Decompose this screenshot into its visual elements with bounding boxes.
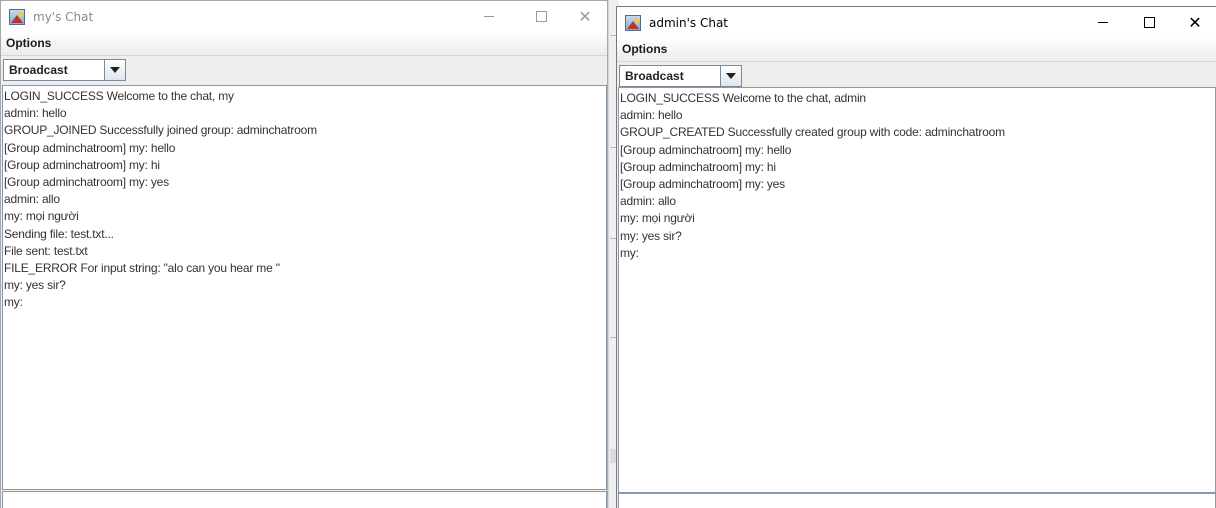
chat-message: my:	[4, 295, 23, 310]
menu-options[interactable]: Options	[622, 42, 667, 56]
chat-message: File sent: test.txt	[4, 243, 88, 258]
chat-message: [Group adminchatroom] my: yes	[4, 175, 169, 190]
minimize-icon	[484, 16, 494, 17]
minimize-icon	[1098, 22, 1108, 23]
target-select[interactable]: Broadcast	[619, 65, 742, 87]
chat-message: [Group adminchatroom] my: hi	[620, 159, 776, 174]
java-app-icon	[9, 8, 25, 25]
target-select-arrow-button[interactable]	[720, 66, 741, 86]
minimize-button[interactable]	[1081, 7, 1125, 38]
message-input[interactable]	[2, 491, 607, 508]
chat-message: my: mọi người	[620, 211, 695, 226]
chevron-down-icon	[726, 73, 736, 79]
menu-bar: Options	[1, 32, 607, 56]
java-app-icon	[625, 14, 641, 31]
chat-message: [Group adminchatroom] my: hello	[620, 142, 792, 157]
title-bar[interactable]: my's Chat ✕	[1, 1, 607, 32]
toolbar: Broadcast	[617, 62, 1216, 89]
chat-message: [Group adminchatroom] my: hi	[4, 157, 160, 172]
chat-window-my: my's Chat ✕ Options Broadcast LOGIN_SUCC…	[0, 0, 608, 508]
target-select-arrow-button[interactable]	[104, 60, 125, 80]
chat-message: GROUP_JOINED Successfully joined group: …	[4, 123, 317, 138]
maximize-icon	[1143, 17, 1155, 28]
chat-message: [Group adminchatroom] my: hello	[4, 140, 176, 155]
close-icon: ✕	[578, 7, 592, 26]
chat-log[interactable]: LOGIN_SUCCESS Welcome to the chat, my ad…	[2, 85, 607, 490]
target-select-value: Broadcast	[625, 69, 684, 83]
chat-message: Sending file: test.txt...	[4, 226, 114, 241]
target-select-value: Broadcast	[9, 63, 68, 77]
close-icon: ✕	[1188, 13, 1202, 32]
chat-message: LOGIN_SUCCESS Welcome to the chat, my	[4, 89, 234, 103]
window-title: admin's Chat	[649, 15, 729, 30]
maximize-button[interactable]	[519, 1, 563, 32]
message-input[interactable]	[618, 493, 1216, 508]
chat-message: admin: hello	[620, 108, 683, 123]
chat-message: [Group adminchatroom] my: yes	[620, 177, 785, 192]
chat-message: FILE_ERROR For input string: "alo can yo…	[4, 261, 280, 276]
chat-message: admin: allo	[4, 192, 60, 207]
target-select[interactable]: Broadcast	[3, 59, 126, 81]
chat-message: my: yes sir?	[620, 228, 682, 243]
chat-message: my: yes sir?	[4, 278, 66, 293]
minimize-button[interactable]	[467, 1, 511, 32]
chat-window-admin: admin's Chat ✕ Options Broadcast LOGIN_S…	[616, 6, 1216, 508]
menu-bar: Options	[617, 38, 1216, 62]
toolbar: Broadcast	[1, 56, 607, 83]
chat-message: GROUP_CREATED Successfully created group…	[620, 125, 1005, 140]
window-title: my's Chat	[33, 9, 94, 24]
chat-message: admin: hello	[4, 106, 67, 121]
chat-message: admin: allo	[620, 194, 676, 209]
close-button[interactable]: ✕	[1173, 7, 1216, 38]
title-bar[interactable]: admin's Chat ✕	[617, 7, 1216, 38]
maximize-button[interactable]	[1127, 7, 1171, 38]
maximize-icon	[535, 11, 547, 22]
chat-message: my: mọi người	[4, 209, 79, 224]
chat-message: LOGIN_SUCCESS Welcome to the chat, admin	[620, 91, 866, 105]
menu-options[interactable]: Options	[6, 36, 51, 50]
chat-message: my:	[620, 245, 639, 260]
chevron-down-icon	[110, 67, 120, 73]
chat-log[interactable]: LOGIN_SUCCESS Welcome to the chat, admin…	[618, 87, 1216, 493]
close-button[interactable]: ✕	[563, 1, 607, 32]
